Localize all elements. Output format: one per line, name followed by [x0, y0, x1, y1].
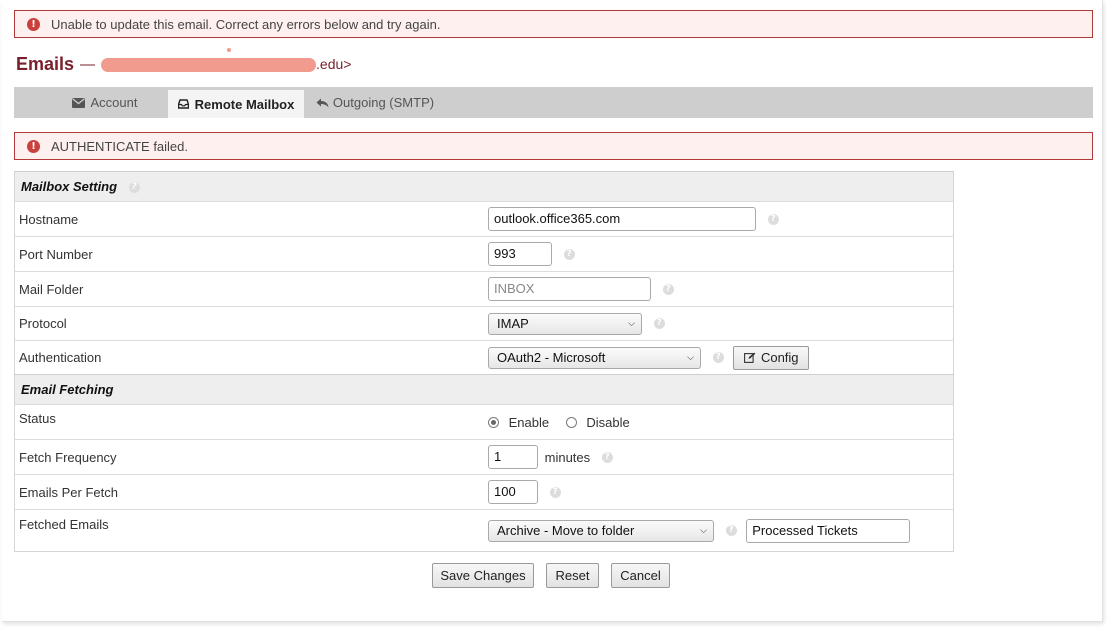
tab-bar: Account Remote Mailbox Outgoing (SMTP) — [14, 87, 1093, 118]
chevron-down-icon: ⌵ — [628, 318, 635, 328]
row-fetched-emails: Fetched Emails Archive - Move to folder … — [14, 509, 954, 552]
row-authentication: Authentication OAuth2 - Microsoft ⌵ ? Co… — [14, 340, 954, 375]
error-icon: ! — [27, 17, 40, 31]
row-fetch-frequency: Fetch Frequency 1 minutes ? — [14, 439, 954, 475]
tab-label: Account — [90, 95, 138, 110]
tab-account[interactable]: Account — [52, 87, 157, 118]
cancel-button[interactable]: Cancel — [611, 563, 670, 588]
page-title: Emails — .edu> — [16, 48, 352, 76]
row-protocol: Protocol IMAP ⌵ ? — [14, 306, 954, 341]
email-suffix: .edu> — [316, 56, 352, 72]
protocol-select[interactable]: IMAP ⌵ — [488, 312, 642, 335]
row-port: Port Number 993 ? — [14, 236, 954, 272]
select-value: OAuth2 - Microsoft — [497, 350, 606, 365]
section-header-mailbox: Mailbox Setting ? — [14, 171, 954, 202]
radio-label-enable: Enable — [508, 415, 550, 431]
config-button[interactable]: Config — [733, 345, 810, 370]
section-header-fetching: Email Fetching — [14, 374, 954, 405]
reset-button[interactable]: Reset — [546, 563, 599, 588]
form-actions: Save Changes Reset Cancel — [2, 563, 1102, 589]
error-icon: ! — [27, 139, 40, 153]
settings-table: Mailbox Setting ? Hostname outlook.offic… — [14, 171, 954, 552]
help-icon[interactable]: ? — [563, 248, 575, 260]
chevron-down-icon: ⌵ — [687, 352, 694, 362]
field-label: Status — [14, 404, 484, 440]
help-icon[interactable]: ? — [662, 283, 674, 295]
reply-icon — [316, 98, 329, 108]
archive-folder-input[interactable]: Processed Tickets — [746, 518, 911, 543]
redacted-email — [101, 48, 317, 72]
field-label: Authentication — [14, 340, 484, 375]
row-status: Status Enable Disable — [14, 404, 954, 440]
help-icon[interactable]: ? — [725, 525, 737, 536]
field-label: Fetched Emails — [14, 509, 484, 552]
row-mail-folder: Mail Folder INBOX ? — [14, 271, 954, 307]
page-frame: ! Unable to update this email. Correct a… — [2, 0, 1103, 622]
title-separator: — — [80, 55, 96, 73]
row-hostname: Hostname outlook.office365.com ? — [14, 201, 954, 237]
page-title-text: Emails — [16, 53, 75, 74]
edit-icon — [744, 352, 756, 363]
button-label: Config — [760, 350, 799, 365]
help-icon[interactable]: ? — [128, 182, 140, 194]
tab-label: Remote Mailbox — [194, 96, 295, 112]
field-label: Protocol — [14, 306, 484, 341]
field-label: Port Number — [14, 236, 484, 272]
tab-label: Outgoing (SMTP) — [332, 95, 435, 110]
inbox-icon — [177, 99, 189, 109]
radio-label-disable: Disable — [586, 415, 630, 431]
section-title: Mailbox Setting — [21, 179, 118, 194]
row-emails-per-fetch: Emails Per Fetch 100 ? — [14, 474, 954, 510]
help-icon[interactable]: ? — [549, 486, 561, 498]
field-label: Hostname — [14, 201, 484, 237]
error-banner-auth: ! AUTHENTICATE failed. — [14, 132, 1093, 160]
select-value: IMAP — [497, 316, 529, 331]
port-input[interactable]: 993 — [488, 242, 552, 266]
help-icon[interactable]: ? — [712, 352, 724, 363]
tab-remote-mailbox[interactable]: Remote Mailbox — [168, 90, 304, 118]
save-changes-button[interactable]: Save Changes — [432, 563, 534, 588]
mail-folder-input[interactable]: INBOX — [488, 277, 651, 301]
authentication-select[interactable]: OAuth2 - Microsoft ⌵ — [488, 346, 701, 369]
error-banner-top: ! Unable to update this email. Correct a… — [14, 10, 1093, 38]
error-message: AUTHENTICATE failed. — [51, 138, 189, 154]
field-label: Mail Folder — [14, 271, 484, 307]
error-message: Unable to update this email. Correct any… — [51, 16, 441, 32]
help-icon[interactable]: ? — [767, 213, 779, 225]
field-label: Emails Per Fetch — [14, 474, 484, 510]
emails-per-fetch-input[interactable]: 100 — [488, 480, 538, 504]
envelope-icon — [71, 97, 85, 108]
help-icon[interactable]: ? — [601, 451, 613, 463]
tab-outgoing-smtp[interactable]: Outgoing (SMTP) — [314, 87, 436, 118]
field-label: Fetch Frequency — [14, 439, 484, 475]
radio-enable[interactable] — [488, 417, 499, 429]
fetch-frequency-input[interactable]: 1 — [488, 445, 538, 469]
help-icon[interactable]: ? — [653, 318, 665, 329]
frequency-unit: minutes — [544, 449, 591, 465]
select-value: Archive - Move to folder — [497, 523, 635, 538]
section-title: Email Fetching — [21, 382, 114, 397]
hostname-input[interactable]: outlook.office365.com — [488, 207, 756, 231]
fetched-emails-select[interactable]: Archive - Move to folder ⌵ — [488, 519, 714, 542]
radio-disable[interactable] — [565, 417, 577, 429]
chevron-down-icon: ⌵ — [700, 525, 707, 535]
